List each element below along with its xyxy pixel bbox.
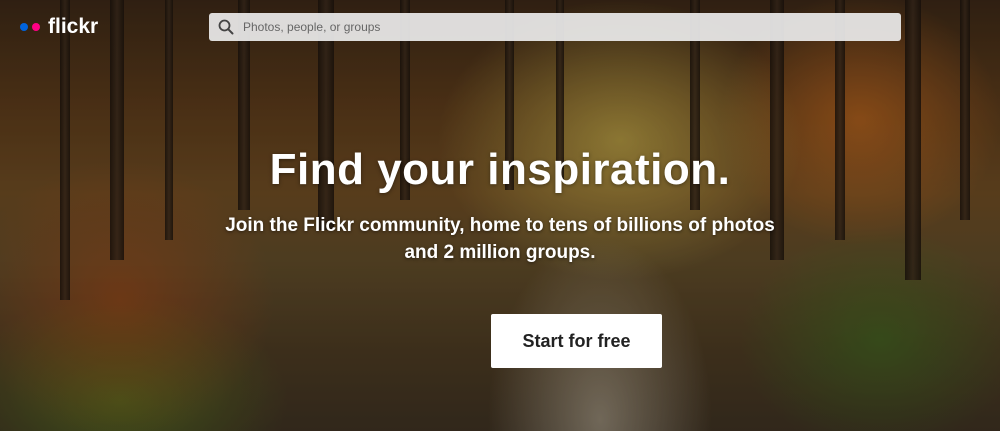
flickr-logo[interactable]: flickr bbox=[20, 15, 98, 39]
search-bar[interactable] bbox=[209, 13, 901, 41]
search-input[interactable] bbox=[243, 14, 883, 40]
hero-subtext: Join the Flickr community, home to tens … bbox=[225, 215, 775, 263]
search-icon[interactable] bbox=[209, 13, 243, 41]
logo-text: flickr bbox=[48, 15, 99, 38]
hero-background: flickr Find your inspiration. Join the F… bbox=[0, 0, 1000, 431]
hero-content: Find your inspiration. Join the Flickr c… bbox=[0, 140, 1000, 266]
top-navigation: flickr bbox=[0, 0, 1000, 56]
hero-headline: Find your inspiration. bbox=[269, 145, 731, 194]
logo-dot-blue bbox=[20, 23, 28, 31]
start-for-free-button[interactable]: Start for free bbox=[491, 314, 662, 368]
logo-dot-pink bbox=[32, 23, 40, 31]
